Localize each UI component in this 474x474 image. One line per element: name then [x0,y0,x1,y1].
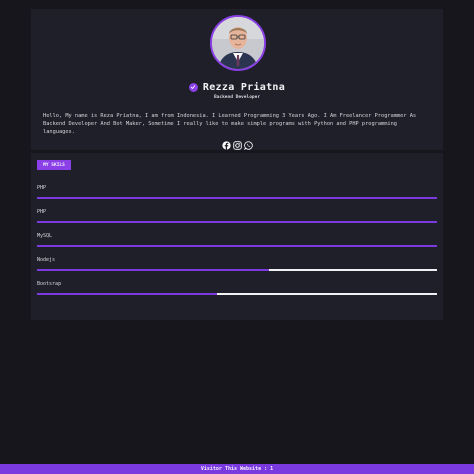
skill-label: PHP [37,209,47,215]
profile-name: Rezza Priatna [202,81,286,93]
skill-progress-track [37,221,437,223]
profile-bio: Hello, My name is Reza Priatna, I am fro… [43,113,417,135]
profile-card: Rezza Priatna Backend Developer Hello, M… [31,9,443,150]
avatar [210,15,266,71]
social-links [31,141,443,150]
skill-item: Nodejs [37,257,437,271]
skill-label: Nodejs [37,257,56,263]
skill-progress-fill [37,221,437,223]
skill-label: PHP [37,185,47,191]
skill-item: MySQL [37,233,437,247]
instagram-icon[interactable] [232,141,242,150]
skill-progress-fill [37,293,217,295]
skill-label: Bootsrap [37,281,62,287]
skill-progress-track [37,293,437,295]
visitor-counter-footer: Visitor This Website : 1 [0,464,474,474]
skills-badge: MY SKILS [37,160,71,170]
portfolio-page: Rezza Priatna Backend Developer Hello, M… [0,0,474,474]
verified-check-icon [188,82,198,92]
skill-progress-track [37,245,437,247]
skill-progress-fill [37,245,437,247]
skill-item: Bootsrap [37,281,437,295]
skill-progress-track [37,269,437,271]
whatsapp-icon[interactable] [243,141,253,150]
name-row: Rezza Priatna [31,80,443,94]
profile-role: Backend Developer [213,95,261,100]
skill-item: PHP [37,185,437,199]
skill-progress-fill [37,269,269,271]
facebook-icon[interactable] [221,141,231,150]
skills-card: MY SKILS PHP PHP MySQL Nodejs Bootsrap [31,153,443,320]
skill-item: PHP [37,209,437,223]
skill-progress-fill [37,197,437,199]
skill-progress-track [37,197,437,199]
skill-label: MySQL [37,233,53,239]
